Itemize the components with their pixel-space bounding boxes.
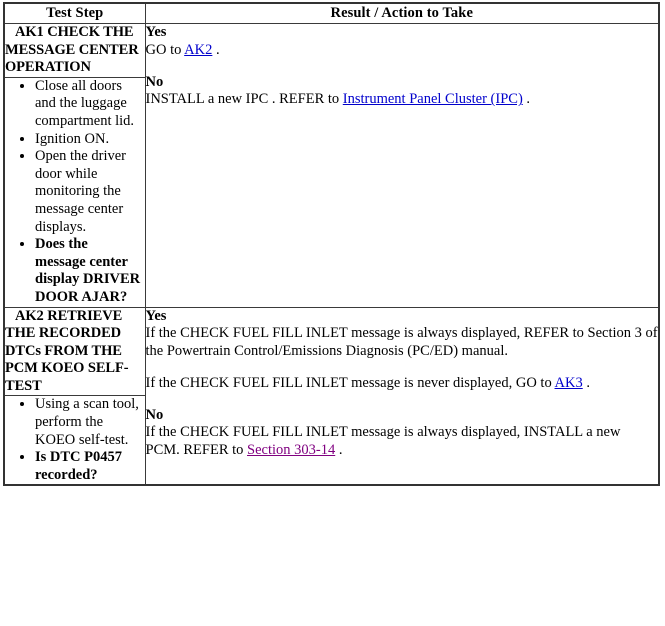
result-line-ak2-yes-1: If the CHECK FUEL FILL INLET message is … bbox=[146, 375, 659, 393]
diagnostic-procedure-sheet: Test Step Result / Action to Take AK1 CH… bbox=[0, 0, 665, 626]
result-line-ak2-no-0: If the CHECK FUEL FILL INLET message is … bbox=[146, 424, 659, 460]
link-instrument-panel-cluster-ipc[interactable]: Instrument Panel Cluster (IPC) bbox=[343, 91, 523, 107]
step-title-cell-ak2: AK2 RETRIEVE THE RECORDED DTCs FROM THE … bbox=[3, 306, 146, 397]
table-header: Test Step Result / Action to Take bbox=[3, 2, 660, 24]
result-text-pre: If the CHECK FUEL FILL INLET message is … bbox=[145, 374, 555, 391]
result-line-ak2-yes-0: If the CHECK FUEL FILL INLET message is … bbox=[146, 325, 659, 361]
list-item: Is DTC P0457 recorded? bbox=[35, 449, 142, 484]
table-row-ak2-title: AK2 RETRIEVE THE RECORDED DTCs FROM THE … bbox=[3, 306, 660, 486]
step-title-ak2: AK2 RETRIEVE THE RECORDED DTCs FROM THE … bbox=[5, 307, 129, 394]
table-header-row: Test Step Result / Action to Take bbox=[3, 2, 660, 24]
result-cell-ak1: Yes GO to AK2 . No INSTALL a new IPC . R… bbox=[144, 23, 660, 308]
list-item: Open the driver door while monitoring th… bbox=[35, 148, 142, 236]
result-block-yes-ak2-cont: If the CHECK FUEL FILL INLET message is … bbox=[146, 375, 659, 393]
result-line-ak1-no-0: INSTALL a new IPC . REFER to Instrument … bbox=[146, 91, 659, 109]
result-label-yes-ak2: Yes bbox=[145, 307, 167, 324]
result-block-no-ak1: No INSTALL a new IPC . REFER to Instrume… bbox=[146, 74, 659, 110]
link-ak3[interactable]: AK3 bbox=[555, 375, 583, 391]
list-item: Using a scan tool, perform the KOEO self… bbox=[35, 396, 142, 449]
result-text-pre: If the CHECK FUEL FILL INLET message is … bbox=[145, 424, 621, 459]
result-text-post: . bbox=[522, 91, 531, 108]
result-text-pre: If the CHECK FUEL FILL INLET message is … bbox=[145, 325, 658, 360]
result-text-post: . bbox=[212, 41, 220, 58]
link-section-303-14[interactable]: Section 303-14 bbox=[247, 442, 335, 458]
diagnostic-table: Test Step Result / Action to Take AK1 CH… bbox=[3, 2, 660, 487]
list-item: Ignition ON. bbox=[35, 131, 142, 149]
table-row-ak1-title: AK1 CHECK THE MESSAGE CENTER OPERATION Y… bbox=[3, 23, 660, 308]
result-text-pre: INSTALL a new IPC . REFER to bbox=[145, 91, 343, 108]
result-text-post: . bbox=[582, 374, 590, 391]
list-item: Does the message center display DRIVER D… bbox=[35, 236, 142, 306]
result-label-no-ak2: No bbox=[145, 406, 164, 423]
result-cell-ak2: Yes If the CHECK FUEL FILL INLET message… bbox=[144, 306, 660, 486]
result-label-no-ak1: No bbox=[145, 73, 164, 90]
result-block-no-ak2: No If the CHECK FUEL FILL INLET message … bbox=[146, 407, 659, 460]
step-title-cell-ak1: AK1 CHECK THE MESSAGE CENTER OPERATION bbox=[3, 23, 146, 78]
table-body: AK1 CHECK THE MESSAGE CENTER OPERATION Y… bbox=[3, 23, 660, 486]
step-list-cell-ak1: Close all doors and the luggage compartm… bbox=[3, 76, 146, 308]
column-header-test-step: Test Step bbox=[3, 2, 146, 24]
step-list-cell-ak2: Using a scan tool, perform the KOEO self… bbox=[3, 395, 146, 486]
result-text-pre: GO to bbox=[145, 41, 185, 58]
result-label-yes-ak1: Yes bbox=[145, 24, 167, 40]
result-block-yes-ak2: Yes If the CHECK FUEL FILL INLET message… bbox=[146, 308, 659, 361]
step-list-ak1: Close all doors and the luggage compartm… bbox=[5, 78, 145, 307]
list-item: Close all doors and the luggage compartm… bbox=[35, 78, 142, 131]
result-line-ak1-yes-0: GO to AK2 . bbox=[146, 42, 659, 60]
link-ak2[interactable]: AK2 bbox=[184, 42, 212, 58]
step-title-ak1: AK1 CHECK THE MESSAGE CENTER OPERATION bbox=[5, 24, 139, 76]
column-header-result-action: Result / Action to Take bbox=[144, 2, 660, 24]
result-text-post: . bbox=[335, 442, 343, 459]
result-block-yes-ak1: Yes GO to AK2 . bbox=[146, 24, 659, 60]
step-list-ak2: Using a scan tool, perform the KOEO self… bbox=[5, 396, 145, 484]
